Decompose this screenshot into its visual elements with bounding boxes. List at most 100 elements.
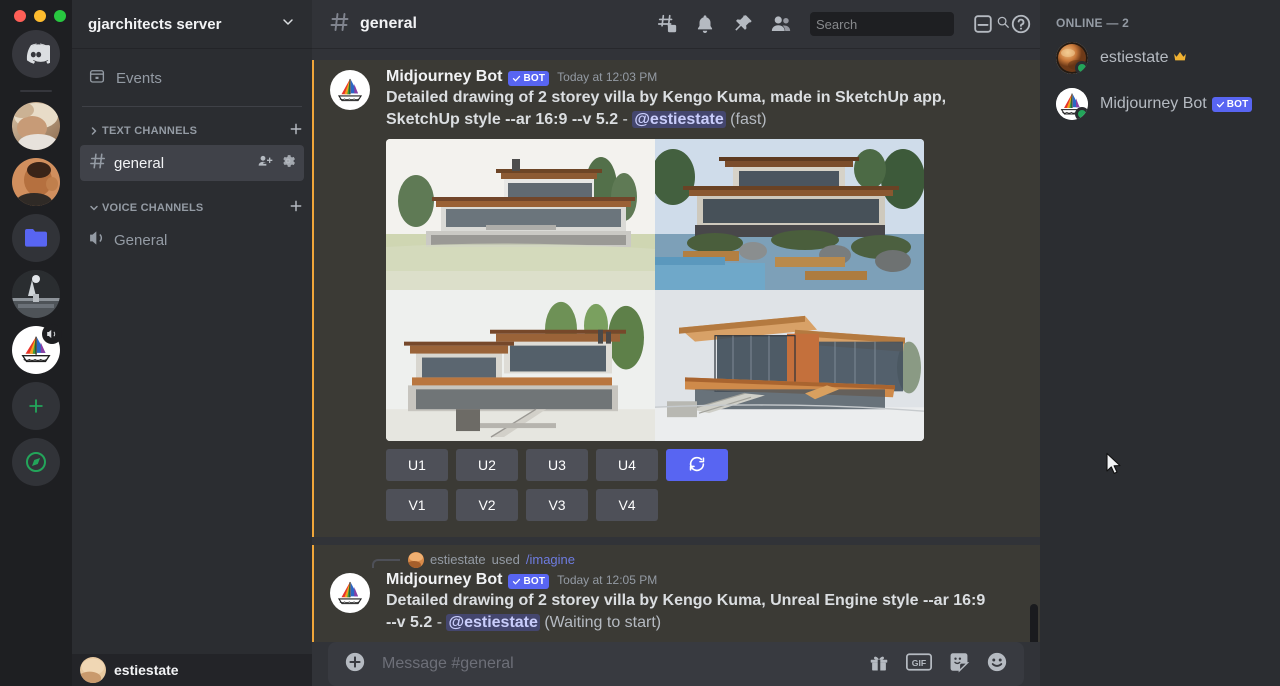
server-folder-icon — [12, 214, 60, 262]
emoji-icon[interactable] — [986, 651, 1008, 678]
user-panel[interactable]: estiestate — [72, 654, 312, 686]
reply-command[interactable]: /imagine — [526, 552, 575, 567]
channel-topbar: general — [312, 0, 1040, 48]
reply-connector-icon — [372, 559, 400, 568]
refresh-icon — [688, 455, 706, 476]
rail-item-server-4[interactable] — [12, 270, 60, 318]
topbar-icons — [656, 12, 1032, 36]
search-input[interactable] — [816, 17, 992, 32]
channel-settings-gear-icon[interactable] — [280, 153, 296, 173]
rail-item-explore-servers[interactable] — [12, 438, 60, 486]
svg-text:GIF: GIF — [912, 657, 926, 667]
create-voice-channel-icon[interactable] — [288, 198, 304, 217]
rail-item-server-midjourney[interactable] — [12, 326, 60, 374]
calendar-icon — [88, 67, 106, 89]
gift-icon[interactable] — [868, 651, 890, 678]
category-voice-channels[interactable]: VOICE CHANNELS — [72, 182, 312, 221]
upscale-4-button[interactable]: U4 — [596, 449, 658, 481]
plus-circle-icon[interactable] — [344, 651, 366, 678]
message-avatar[interactable] — [330, 70, 370, 110]
channel-title-label: general — [360, 15, 417, 33]
message-author[interactable]: Midjourney Bot — [386, 571, 502, 589]
rail-item-server-1[interactable] — [12, 102, 60, 150]
user-mention[interactable]: @estiestate — [446, 614, 539, 631]
message-sep: - — [618, 111, 632, 128]
maximize-window-button[interactable] — [54, 10, 66, 22]
sidebar-item-events[interactable]: Events — [80, 60, 304, 96]
server-rail — [0, 0, 72, 686]
member-name-label: Midjourney Bot — [1100, 95, 1207, 113]
user-mention[interactable]: @estiestate — [632, 111, 725, 128]
help-icon[interactable] — [1010, 13, 1032, 35]
variation-3-button[interactable]: V3 — [526, 489, 588, 521]
channel-list: Events TEXT CHANNELS general — [72, 48, 312, 686]
search-box[interactable] — [810, 12, 954, 36]
grid-quadrant-u2[interactable] — [655, 139, 924, 290]
bell-icon[interactable] — [694, 13, 716, 35]
reroll-button[interactable] — [666, 449, 728, 481]
events-text: Events — [116, 70, 162, 87]
close-window-button[interactable] — [14, 10, 26, 22]
member-item-midjourney-bot[interactable]: Midjourney Bot BOT — [1048, 82, 1272, 126]
message-composer[interactable]: GIF — [328, 642, 1024, 686]
grid-quadrant-u3[interactable] — [386, 290, 655, 441]
member-item-estiestate[interactable]: estiestate — [1048, 36, 1272, 80]
upscale-1-button[interactable]: U1 — [386, 449, 448, 481]
message-list[interactable]: Midjourney Bot BOT Today at 12:03 PM Det… — [312, 48, 1040, 642]
message-header: Midjourney Bot BOT Today at 12:05 PM — [386, 571, 992, 589]
server-header-button[interactable]: gjarchitects server — [72, 0, 312, 48]
variation-4-button[interactable]: V4 — [596, 489, 658, 521]
sticker-icon[interactable] — [948, 651, 970, 678]
rail-item-server-2[interactable] — [12, 158, 60, 206]
grid-quadrant-u4[interactable] — [655, 290, 924, 441]
midjourney-image-grid[interactable] — [386, 139, 924, 441]
midjourney-buttons: U1 U2 U3 U4 V — [386, 449, 992, 521]
variation-2-button[interactable]: V2 — [456, 489, 518, 521]
gif-icon[interactable]: GIF — [906, 653, 932, 676]
chevron-down-small-icon — [88, 202, 100, 214]
minimize-window-button[interactable] — [34, 10, 46, 22]
server-avatar-2 — [12, 158, 60, 206]
threads-icon[interactable] — [656, 13, 678, 35]
scrollbar-thumb[interactable] — [1030, 604, 1038, 642]
voice-channel-name-general: General — [114, 232, 296, 249]
inbox-icon[interactable] — [972, 13, 994, 35]
category-text-channels[interactable]: TEXT CHANNELS — [72, 115, 312, 144]
pin-icon[interactable] — [732, 13, 754, 35]
status-online-indicator — [1075, 61, 1088, 74]
message-reply-context[interactable]: estiestate used /imagine — [372, 551, 992, 568]
channel-title: general — [328, 10, 648, 39]
variation-button-row: V1 V2 V3 V4 — [386, 489, 992, 521]
upscale-2-button[interactable]: U2 — [456, 449, 518, 481]
upscale-3-button[interactable]: U3 — [526, 449, 588, 481]
rail-item-home[interactable] — [12, 30, 60, 78]
message-author[interactable]: Midjourney Bot — [386, 68, 502, 86]
message-sep: - — [432, 614, 446, 631]
message-header: Midjourney Bot BOT Today at 12:03 PM — [386, 68, 992, 86]
add-member-icon[interactable] — [257, 153, 273, 173]
create-text-channel-icon[interactable] — [288, 121, 304, 140]
member-avatar — [1056, 42, 1088, 74]
rail-item-server-3[interactable] — [12, 214, 60, 262]
message-text: Detailed drawing of 2 storey villa by Ke… — [386, 87, 992, 131]
composer-wrapper: GIF — [312, 642, 1040, 686]
member-name: estiestate — [1100, 49, 1187, 67]
message-scrollbar[interactable] — [1030, 48, 1038, 642]
user-panel-avatar — [80, 657, 106, 683]
reply-action: used — [492, 552, 520, 567]
hash-icon-header — [328, 10, 352, 39]
members-icon[interactable] — [770, 13, 792, 35]
sidebar-item-voice-general[interactable]: General — [80, 222, 304, 258]
variation-1-button[interactable]: V1 — [386, 489, 448, 521]
sidebar-item-channel-general[interactable]: general — [80, 145, 304, 181]
message-input[interactable] — [382, 655, 852, 673]
rail-item-add-server[interactable] — [12, 382, 60, 430]
bot-badge-label: BOT — [1227, 98, 1249, 111]
grid-quadrant-u1[interactable] — [386, 139, 655, 290]
speaker-icon — [88, 228, 108, 252]
upscale-button-row: U1 U2 U3 U4 — [386, 449, 992, 481]
message-text: Detailed drawing of 2 storey villa by Ke… — [386, 590, 992, 634]
compass-explore-icon — [12, 438, 60, 486]
reply-username[interactable]: estiestate — [430, 552, 486, 567]
message-avatar[interactable] — [330, 573, 370, 613]
